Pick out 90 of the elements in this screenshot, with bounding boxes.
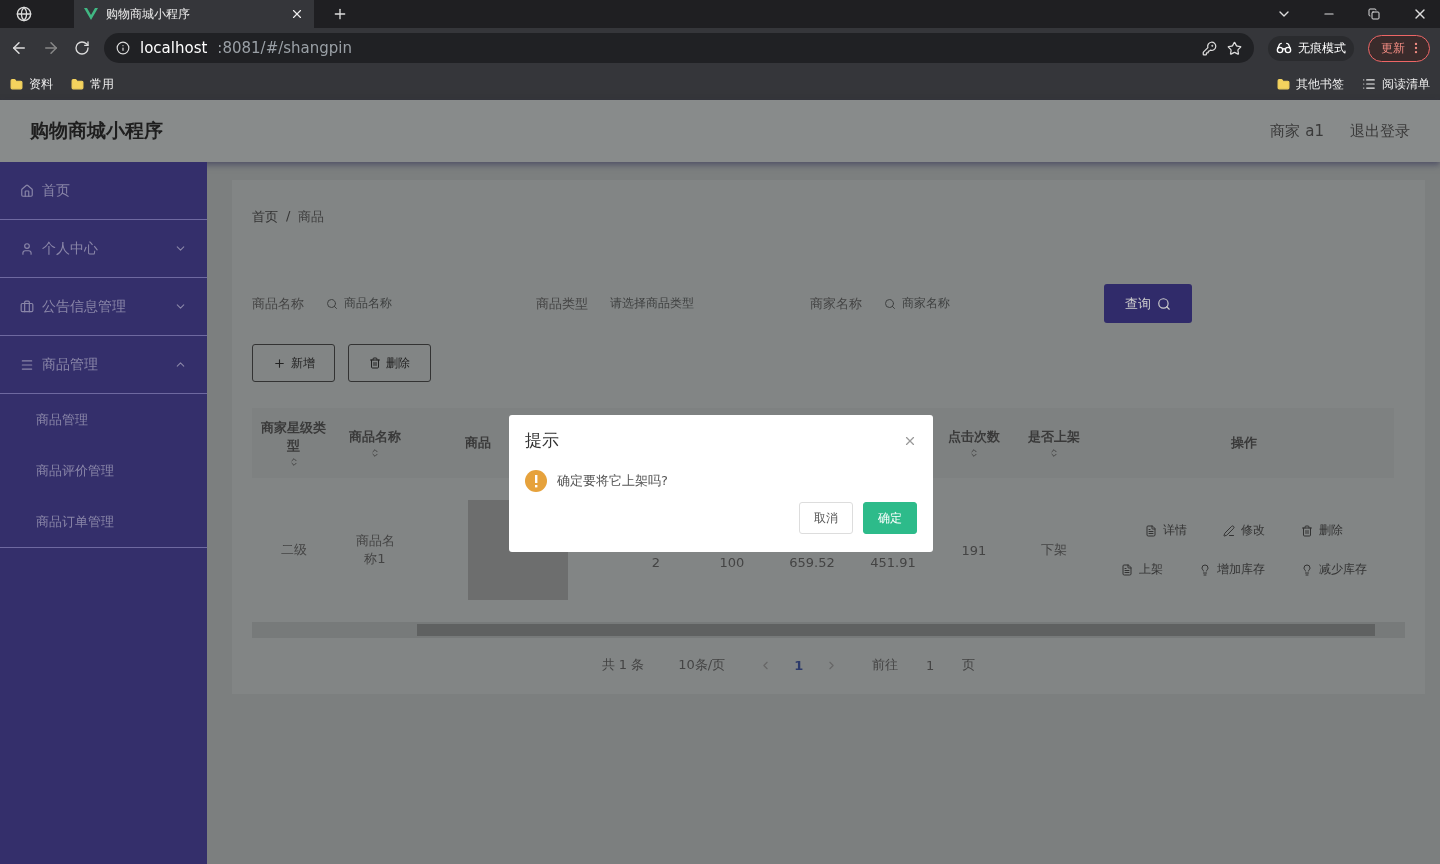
folder-icon bbox=[10, 77, 23, 91]
sidebar-item[interactable]: 个人中心 bbox=[0, 220, 207, 278]
folder-icon bbox=[1277, 77, 1290, 91]
table-cell-text: 商品名称1 bbox=[354, 532, 396, 568]
new-tab-icon[interactable] bbox=[332, 6, 348, 22]
menu-item-icon bbox=[20, 357, 34, 372]
confirm-button[interactable]: 确定 bbox=[863, 502, 917, 534]
breadcrumb-item[interactable]: 首页 bbox=[252, 208, 278, 226]
action-button[interactable]: 删除 bbox=[348, 344, 431, 382]
column-header: 商品名称 bbox=[335, 408, 415, 478]
row-action-link[interactable]: 增加库存 bbox=[1199, 561, 1265, 578]
menu-item-icon bbox=[20, 299, 34, 314]
action-button[interactable]: 新增 bbox=[252, 344, 335, 382]
menu-item-icon bbox=[20, 183, 34, 198]
search-field[interactable]: 商品名称 bbox=[316, 287, 516, 320]
submenu-item[interactable]: 商品评价管理 bbox=[0, 445, 207, 496]
bookmark-item[interactable]: 其他书签 bbox=[1277, 75, 1344, 93]
row-action-link[interactable]: 减少库存 bbox=[1301, 561, 1367, 578]
info-icon[interactable] bbox=[116, 41, 130, 55]
browser-tab[interactable]: 购物商城小程序 bbox=[74, 0, 314, 28]
field-label: 商家名称 bbox=[810, 294, 862, 313]
column-header: 商家星级类型 bbox=[252, 408, 335, 478]
page-size-select[interactable]: 10条/页 bbox=[678, 656, 726, 674]
bookmark-item[interactable]: 资料 bbox=[10, 75, 53, 93]
field-label: 商品类型 bbox=[536, 294, 588, 313]
horizontal-scrollbar[interactable] bbox=[252, 622, 1405, 638]
list-icon bbox=[1362, 77, 1376, 91]
back-icon[interactable] bbox=[10, 39, 28, 57]
v-logo-icon bbox=[84, 8, 98, 20]
menu-item-icon bbox=[20, 241, 34, 256]
select-field[interactable]: 请选择商品类型 bbox=[600, 287, 800, 320]
search-icon bbox=[1157, 296, 1171, 311]
star-icon[interactable] bbox=[1227, 40, 1242, 56]
column-header: 是否上架 bbox=[1014, 408, 1094, 478]
warning-icon bbox=[525, 470, 547, 492]
address-bar[interactable]: localhost :8081/#/shangpin bbox=[104, 33, 1254, 63]
close-icon[interactable] bbox=[290, 7, 304, 21]
row-action-link[interactable]: 修改 bbox=[1223, 522, 1265, 539]
user-name: 商家 a1 bbox=[1270, 121, 1324, 141]
tab-title: 购物商城小程序 bbox=[106, 5, 191, 23]
total-count: 共 1 条 bbox=[601, 656, 645, 674]
search-field[interactable]: 商家名称 bbox=[874, 287, 1074, 320]
query-button[interactable]: 查询 bbox=[1104, 284, 1192, 323]
field-label: 商品名称 bbox=[252, 294, 304, 313]
table-cell: 451.91 bbox=[870, 554, 916, 570]
table-cell: 100 bbox=[719, 554, 745, 570]
row-action-link[interactable]: 上架 bbox=[1121, 561, 1163, 578]
page-number[interactable]: 1 bbox=[788, 656, 810, 674]
forward-icon[interactable] bbox=[42, 39, 60, 57]
bookmark-item[interactable]: 常用 bbox=[71, 75, 114, 93]
table-cell: 下架 bbox=[1041, 541, 1067, 559]
incognito-icon bbox=[1276, 40, 1292, 56]
submenu-item[interactable]: 商品管理 bbox=[0, 394, 207, 445]
table-cell: 191 bbox=[961, 542, 987, 558]
table-cell: 659.52 bbox=[789, 554, 835, 570]
logout-link[interactable]: 退出登录 bbox=[1350, 121, 1410, 141]
sidebar-item[interactable]: 公告信息管理 bbox=[0, 278, 207, 336]
bookmark-item[interactable]: 阅读清单 bbox=[1362, 75, 1430, 93]
stock-icon bbox=[1301, 563, 1313, 576]
shelf-icon bbox=[1121, 563, 1133, 576]
page-suffix: 页 bbox=[962, 656, 976, 674]
plus-icon bbox=[272, 356, 286, 370]
submenu-item[interactable]: 商品订单管理 bbox=[0, 496, 207, 547]
stock-icon bbox=[1199, 563, 1211, 576]
app-title: 购物商城小程序 bbox=[30, 118, 164, 143]
table-cell: 二级 bbox=[280, 541, 307, 559]
globe-icon bbox=[16, 6, 32, 22]
table-cell: 2 bbox=[651, 554, 661, 570]
dialog-title: 提示 bbox=[525, 429, 559, 452]
edit-icon bbox=[1223, 524, 1235, 537]
restore-icon[interactable] bbox=[1368, 8, 1380, 20]
breadcrumb-separator: / bbox=[286, 208, 291, 225]
goto-label: 前往 bbox=[872, 656, 899, 674]
breadcrumb-item[interactable]: 商品 bbox=[298, 208, 325, 226]
cancel-button[interactable]: 取消 bbox=[799, 502, 853, 534]
sidebar-item[interactable]: 商品管理 bbox=[0, 336, 207, 394]
reload-icon[interactable] bbox=[74, 40, 90, 56]
folder-icon bbox=[71, 77, 84, 91]
update-button[interactable]: 更新 bbox=[1368, 34, 1430, 62]
detail-icon bbox=[1145, 524, 1157, 537]
key-icon[interactable] bbox=[1202, 40, 1217, 56]
column-header: 操作 bbox=[1094, 408, 1394, 478]
search-icon bbox=[326, 297, 338, 310]
trash-icon bbox=[369, 357, 381, 369]
row-action-link[interactable]: 详情 bbox=[1145, 522, 1187, 539]
delete-icon bbox=[1301, 524, 1313, 537]
search-icon bbox=[884, 297, 896, 310]
row-action-link[interactable]: 删除 bbox=[1301, 522, 1343, 539]
profile-button[interactable]: 无痕模式 bbox=[1268, 35, 1354, 61]
sidebar-item[interactable]: 首页 bbox=[0, 162, 207, 220]
